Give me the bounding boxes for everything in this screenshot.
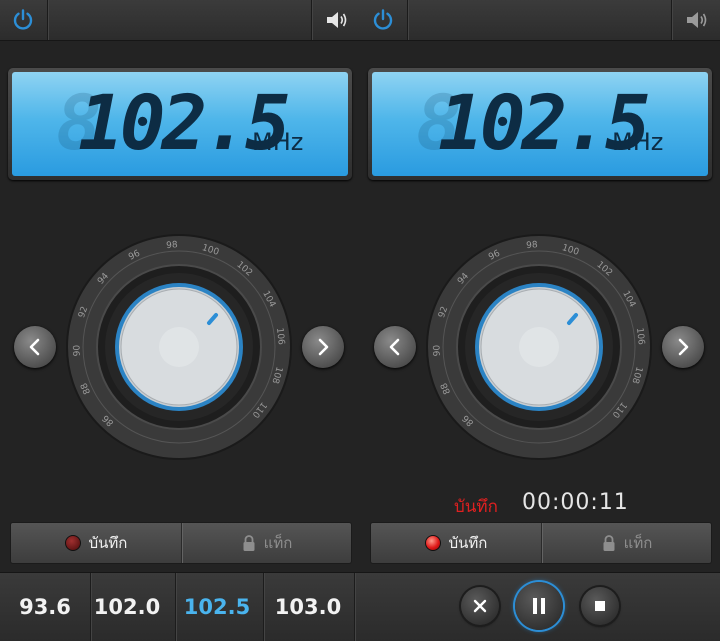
- lock-icon: [602, 534, 616, 552]
- tune-up-button[interactable]: [302, 326, 344, 368]
- preset-station-1[interactable]: 93.6: [0, 573, 90, 641]
- tuning-dial[interactable]: 86889092949698 100102104106108110: [66, 234, 292, 460]
- cancel-recording-button[interactable]: [461, 587, 499, 625]
- pause-icon: [533, 598, 545, 614]
- preset-station-4[interactable]: 103.0: [263, 573, 353, 641]
- speaker-icon: [687, 12, 707, 28]
- recording-status: บันทึก 00:00:11: [454, 490, 654, 518]
- record-label: บันทึก: [88, 534, 128, 552]
- record-tag-bar: บันทึก แท็ก: [370, 522, 712, 564]
- top-bar: [360, 0, 720, 41]
- power-icon: [373, 9, 393, 30]
- recording-status-label: บันทึก: [454, 497, 498, 517]
- volume-button[interactable]: [320, 5, 354, 35]
- volume-button[interactable]: [680, 5, 714, 35]
- preset-station-2[interactable]: 102.0: [82, 573, 172, 641]
- record-label: บันทึก: [448, 534, 488, 552]
- frequency-unit: MHz: [252, 128, 304, 156]
- power-icon: [13, 9, 33, 30]
- tag-button[interactable]: แท็ก: [541, 523, 711, 563]
- close-icon: [473, 599, 487, 613]
- tag-label: แท็ก: [263, 534, 293, 552]
- pause-recording-button[interactable]: [515, 582, 563, 630]
- tuning-dial[interactable]: 86889092949698 100102104106108110: [426, 234, 652, 460]
- top-bar: [0, 0, 360, 41]
- chevron-left-icon: [389, 338, 400, 356]
- tune-down-button[interactable]: [374, 326, 416, 368]
- record-button[interactable]: บันทึก: [11, 523, 181, 563]
- chevron-left-icon: [29, 338, 40, 356]
- lock-icon: [242, 534, 256, 552]
- bottom-bar: 93.6 102.0 102.5 103.0: [0, 572, 720, 641]
- dial-tick-label: 98: [526, 240, 538, 251]
- power-button[interactable]: [6, 5, 40, 35]
- radio-panel-right: 8 102.5 MHz 86 88 90 92 94 96 98 100 102 104 106 10…: [360, 0, 720, 572]
- chevron-right-icon: [678, 338, 689, 356]
- frequency-unit: MHz: [612, 128, 664, 156]
- stop-recording-button[interactable]: [581, 587, 619, 625]
- tag-label: แท็ก: [623, 534, 653, 552]
- dial-tick-label: 98: [166, 240, 178, 251]
- dial-tick-label: 90: [432, 344, 442, 356]
- chevron-right-icon: [318, 338, 329, 356]
- frequency-display: 8 102.5 MHz: [368, 68, 712, 180]
- speaker-icon: [327, 12, 347, 28]
- power-button[interactable]: [366, 5, 400, 35]
- dial-tick-label: 106: [274, 327, 286, 345]
- tune-up-button[interactable]: [662, 326, 704, 368]
- stop-icon: [595, 601, 605, 611]
- frequency-display: 8 102.5 MHz: [8, 68, 352, 180]
- preset-station-3[interactable]: 102.5: [172, 573, 262, 641]
- record-indicator-icon: [64, 535, 81, 551]
- recording-timer: 00:00:11: [522, 490, 629, 515]
- record-indicator-icon: [424, 535, 441, 551]
- tune-down-button[interactable]: [14, 326, 56, 368]
- record-button[interactable]: บันทึก: [371, 523, 541, 563]
- tag-button[interactable]: แท็ก: [181, 523, 351, 563]
- radio-panel-left: 8 102.5 MHz 86 88 90 92 94 96 98 100 102 104 106 10…: [0, 0, 360, 572]
- record-tag-bar: บันทึก แท็ก: [10, 522, 352, 564]
- dial-tick-label: 106: [634, 327, 646, 345]
- dial-tick-label: 90: [72, 344, 82, 356]
